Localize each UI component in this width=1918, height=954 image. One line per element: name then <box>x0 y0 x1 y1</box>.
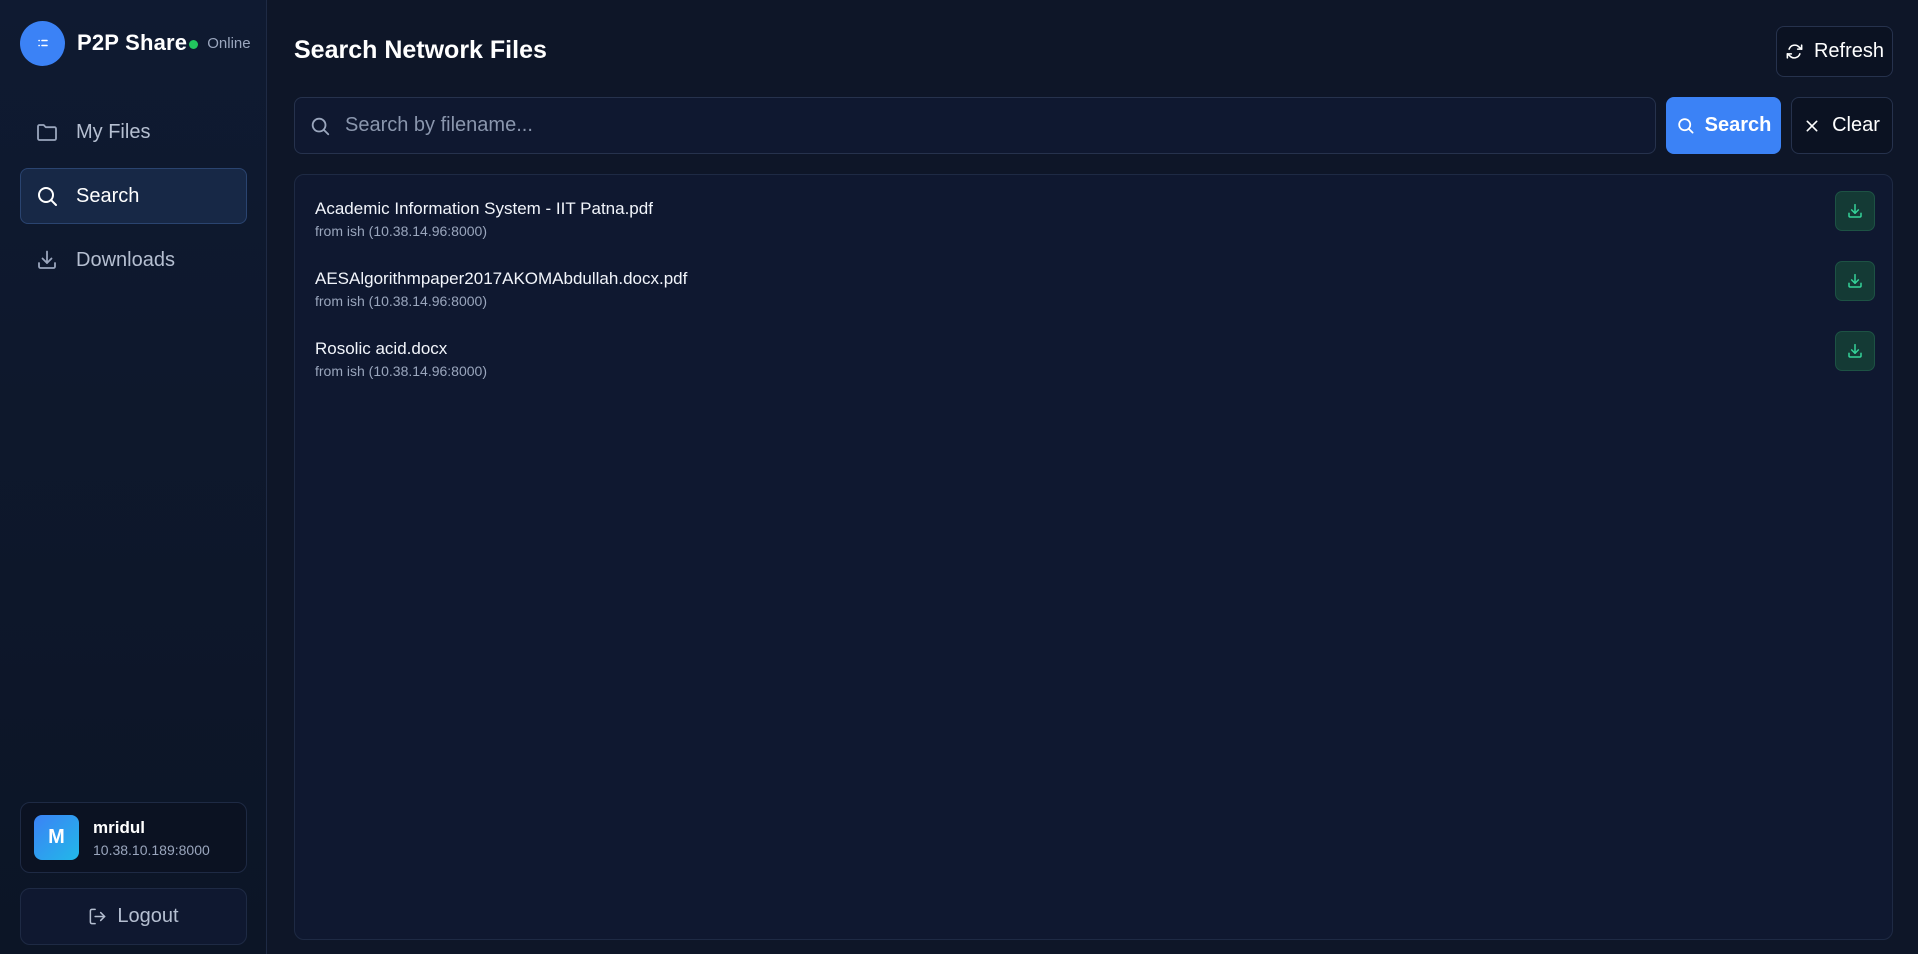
refresh-icon <box>1786 44 1803 59</box>
download-icon <box>1848 343 1862 358</box>
folder-icon <box>37 124 57 141</box>
search-button[interactable]: Search <box>1666 97 1781 154</box>
search-button-label: Search <box>1704 114 1772 136</box>
brand: P2P Share Online <box>20 20 251 66</box>
download-button[interactable] <box>1835 261 1875 301</box>
online-status-label: Online <box>207 34 251 52</box>
download-button[interactable] <box>1835 331 1875 371</box>
user-info: mridul 10.38.10.189:8000 <box>93 818 210 858</box>
refresh-label: Refresh <box>1813 40 1885 62</box>
user-address: 10.38.10.189:8000 <box>93 841 210 858</box>
clear-button-label: Clear <box>1832 114 1880 136</box>
refresh-button[interactable]: Refresh <box>1776 26 1893 77</box>
logout-icon <box>90 908 106 925</box>
sidebar-item-label: Downloads <box>76 248 175 271</box>
search-box <box>294 97 1656 154</box>
list-item: Academic Information System - IIT Patna.… <box>315 191 1875 259</box>
search-icon <box>1677 118 1694 134</box>
list-item: Rosolic acid.docx from ish (10.38.14.96:… <box>315 331 1875 399</box>
file-name: AESAlgorithmpaper2017AKOMAbdullah.docx.p… <box>315 269 688 288</box>
user-card: M mridul 10.38.10.189:8000 <box>20 802 247 873</box>
download-button[interactable] <box>1835 191 1875 231</box>
sidebar-item-search[interactable]: Search <box>20 168 247 224</box>
close-icon <box>1806 120 1818 131</box>
file-source: from ish (10.38.14.96:8000) <box>315 293 487 309</box>
clear-button[interactable]: Clear <box>1791 97 1893 154</box>
page-title: Search Network Files <box>294 36 547 64</box>
sidebar-item-label: My Files <box>76 120 151 143</box>
logout-label: Logout <box>117 905 179 927</box>
download-icon <box>38 250 56 269</box>
file-source: from ish (10.38.14.96:8000) <box>315 223 487 239</box>
sidebar-item-my-files[interactable]: My Files <box>20 104 247 160</box>
search-icon <box>311 117 330 135</box>
file-name: Rosolic acid.docx <box>315 339 448 358</box>
file-name: Academic Information System - IIT Patna.… <box>315 199 653 218</box>
search-input[interactable] <box>345 114 1655 137</box>
online-status-dot <box>189 39 199 49</box>
sidebar: P2P Share Online My Files Search Downloa… <box>0 0 267 954</box>
file-source: from ish (10.38.14.96:8000) <box>315 363 487 379</box>
logout-button[interactable]: Logout <box>20 888 247 945</box>
sidebar-item-downloads[interactable]: Downloads <box>20 232 247 288</box>
user-name: mridul <box>93 817 145 837</box>
app-logo-icon <box>20 20 65 66</box>
search-icon <box>38 187 57 206</box>
sidebar-nav: My Files Search Downloads <box>20 104 247 296</box>
list-item: AESAlgorithmpaper2017AKOMAbdullah.docx.p… <box>315 261 1875 329</box>
search-results-list: Academic Information System - IIT Patna.… <box>294 174 1893 940</box>
sidebar-item-label: Search <box>76 184 140 207</box>
app-title: P2P Share <box>77 30 188 55</box>
avatar: M <box>34 815 79 860</box>
download-icon <box>1848 273 1862 288</box>
download-icon <box>1848 203 1862 218</box>
